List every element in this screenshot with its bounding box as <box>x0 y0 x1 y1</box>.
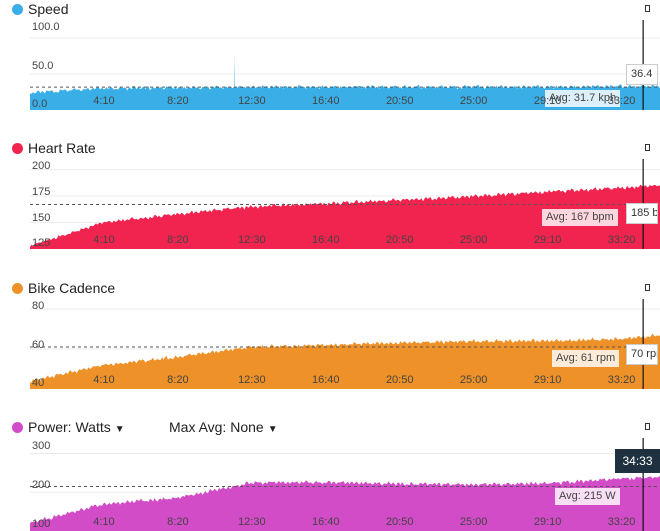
x-tick: 16:40 <box>312 235 340 246</box>
power-panel: Power: Watts ▼ Max Avg: None ▼ 300 200 100… <box>0 418 660 531</box>
x-tick: 4:10 <box>93 517 114 528</box>
power-title: Power: Watts <box>28 419 111 435</box>
heart-rate-title: Heart Rate <box>28 140 96 156</box>
speed-chart[interactable]: 100.0 50.0 0.0 Avg: 31.7 kph 36.4 4:10 8:… <box>0 20 660 110</box>
x-tick: 4:10 <box>93 235 114 246</box>
chevron-down-icon: ▼ <box>115 424 125 435</box>
power-chart[interactable]: 300 200 100 Avg: 215 W 4:10 8:20 12:30 16:4… <box>0 438 660 531</box>
x-tick: 16:40 <box>312 96 340 107</box>
y-tick: 80 <box>32 301 44 312</box>
heart-rate-legend-dot <box>12 143 23 154</box>
x-tick: 25:00 <box>460 235 488 246</box>
max-avg-dropdown[interactable]: Max Avg: None ▼ <box>169 419 278 435</box>
x-tick: 33:20 <box>608 375 636 386</box>
cursor-value-label: 70 rpm <box>626 344 658 365</box>
cadence-header: Bike Cadence <box>0 279 660 299</box>
x-tick: 4:10 <box>93 375 114 386</box>
x-tick: 12:30 <box>238 375 266 386</box>
x-tick: 20:50 <box>386 96 414 107</box>
x-tick: 16:40 <box>312 375 340 386</box>
y-tick: 300 <box>32 441 50 452</box>
power-metric-dropdown[interactable]: Power: Watts ▼ <box>28 419 125 435</box>
x-tick: 25:00 <box>460 517 488 528</box>
cursor-value-label: 36.4 <box>626 64 658 85</box>
x-tick: 12:30 <box>238 96 266 107</box>
x-tick: 33:20 <box>608 235 636 246</box>
avg-label: Avg: 167 bpm <box>542 209 618 226</box>
x-tick: 20:50 <box>386 375 414 386</box>
cadence-title: Bike Cadence <box>28 280 115 296</box>
x-tick: 8:20 <box>167 375 188 386</box>
x-tick: 33:20 <box>608 96 636 107</box>
x-tick: 8:20 <box>167 96 188 107</box>
y-tick: 0.0 <box>32 99 47 110</box>
y-tick: 200 <box>32 480 50 491</box>
heart-rate-header: Heart Rate <box>0 139 660 159</box>
y-tick: 40 <box>32 378 44 389</box>
y-tick: 100 <box>32 519 50 530</box>
x-tick: 29:10 <box>534 96 562 107</box>
cursor-value-label: 185 bpm <box>626 203 658 224</box>
avg-label: Avg: 61 rpm <box>552 350 619 367</box>
y-tick: 100.0 <box>32 22 60 33</box>
y-tick: 60 <box>32 340 44 351</box>
x-tick: 20:50 <box>386 517 414 528</box>
speed-title: Speed <box>28 1 68 17</box>
expand-icon[interactable] <box>645 5 650 12</box>
speed-panel: Speed 100.0 50.0 0.0 Avg: 31.7 kph 36.4 … <box>0 0 660 130</box>
x-tick: 29:10 <box>534 517 562 528</box>
speed-header: Speed <box>0 0 660 20</box>
x-tick: 12:30 <box>238 235 266 246</box>
x-tick: 12:30 <box>238 517 266 528</box>
heart-rate-chart[interactable]: 200 175 150 125 Avg: 167 bpm 185 bpm 4:1… <box>0 159 660 249</box>
y-tick: 175 <box>32 187 50 198</box>
y-tick: 125 <box>32 238 50 249</box>
expand-icon[interactable] <box>645 144 650 151</box>
y-tick: 200 <box>32 161 50 172</box>
x-tick: 25:00 <box>460 375 488 386</box>
max-avg-label: Max Avg: None <box>169 419 264 435</box>
x-tick: 8:20 <box>167 235 188 246</box>
heart-rate-panel: Heart Rate 200 175 150 125 Avg: 167 bpm … <box>0 139 660 269</box>
x-tick: 8:20 <box>167 517 188 528</box>
x-tick: 29:10 <box>534 375 562 386</box>
cadence-legend-dot <box>12 283 23 294</box>
cadence-panel: Bike Cadence 80 60 40 Avg: 61 rpm 70 rpm… <box>0 279 660 409</box>
chevron-down-icon: ▼ <box>268 424 278 435</box>
power-header: Power: Watts ▼ Max Avg: None ▼ <box>0 418 660 438</box>
y-tick: 50.0 <box>32 61 53 72</box>
speed-legend-dot <box>12 4 23 15</box>
x-tick: 33:20 <box>608 517 636 528</box>
expand-icon[interactable] <box>645 284 650 291</box>
power-legend-dot <box>12 422 23 433</box>
x-tick: 29:10 <box>534 235 562 246</box>
expand-icon[interactable] <box>645 423 650 430</box>
cadence-chart[interactable]: 80 60 40 Avg: 61 rpm 70 rpm 4:10 8:20 12:3… <box>0 299 660 389</box>
x-tick: 25:00 <box>460 96 488 107</box>
y-tick: 150 <box>32 213 50 224</box>
cursor-time-badge: 34:33 <box>615 449 660 473</box>
x-tick: 16:40 <box>312 517 340 528</box>
x-tick: 20:50 <box>386 235 414 246</box>
x-tick: 4:10 <box>93 96 114 107</box>
avg-label: Avg: 215 W <box>555 488 620 505</box>
